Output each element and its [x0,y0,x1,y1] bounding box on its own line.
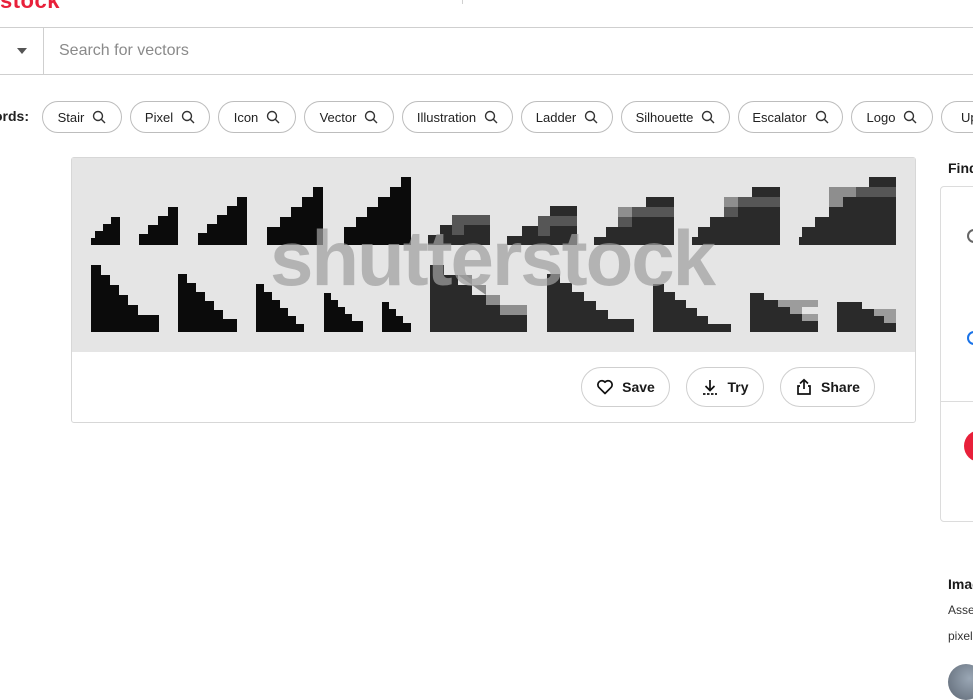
search-icon [484,110,498,124]
chip-label: Pixel [144,109,174,125]
download-icon [703,380,718,395]
try-label: Try [727,379,749,395]
share-button[interactable]: Share [780,367,875,407]
chip-label: Stair [57,109,85,125]
chip-label: Vector [319,109,357,125]
chip-label: Icon [233,109,259,125]
keyword-chip-pixel[interactable]: Pixel [130,101,210,133]
search-type-dropdown[interactable] [0,27,44,75]
keyword-chip-up[interactable]: Up [941,101,973,133]
keyword-chip-silhouette[interactable]: Silhouette [621,101,730,133]
keyword-chip-ladder[interactable]: Ladder [521,101,613,133]
asset-desc-text: pixel [948,629,973,643]
chip-label: Illustration [416,109,477,125]
brand-logo[interactable]: stock [0,0,60,14]
image-preview[interactable]: shutterstock [72,158,915,352]
caret-down-icon [16,48,27,54]
keyword-chip-icon[interactable]: Icon [218,101,296,133]
sidebar-find-title: Find [948,160,973,176]
keyword-chip-stair[interactable]: Stair [42,101,122,133]
keyword-chip-illustration[interactable]: Illustration [402,101,513,133]
chip-label: Silhouette [635,109,694,125]
heart-icon [597,379,614,395]
search-input[interactable] [44,28,973,74]
panel-divider [941,401,973,402]
search-icon [815,110,829,124]
contributor-avatar[interactable] [948,664,973,700]
search-icon [267,110,280,124]
share-icon [797,378,811,395]
share-label: Share [821,379,860,395]
keyword-chip-vector[interactable]: Vector [304,101,394,133]
save-button[interactable]: Save [581,367,670,407]
chip-label: Up [961,109,973,125]
chip-label: Escalator [752,109,807,125]
keyword-chip-escalator[interactable]: Escalator [738,101,843,133]
search-icon [585,110,598,124]
watermark-text: shutterstock [270,214,717,302]
search-icon [93,110,106,124]
header-divider [462,0,463,4]
chip-label: Logo [866,109,896,125]
chip-label: Ladder [535,109,577,125]
try-button[interactable]: Try [686,367,764,407]
search-icon [365,110,378,124]
search-icon [702,110,715,124]
save-label: Save [622,379,655,395]
search-icon [181,110,195,124]
stairs-vector-image: shutterstock [91,177,896,332]
search-icon [904,110,917,124]
asset-id-text: Asse [948,603,973,617]
keyword-chip-logo[interactable]: Logo [851,101,933,133]
image-details-title: Imag [948,576,973,592]
keywords-label: ords: [0,108,29,124]
